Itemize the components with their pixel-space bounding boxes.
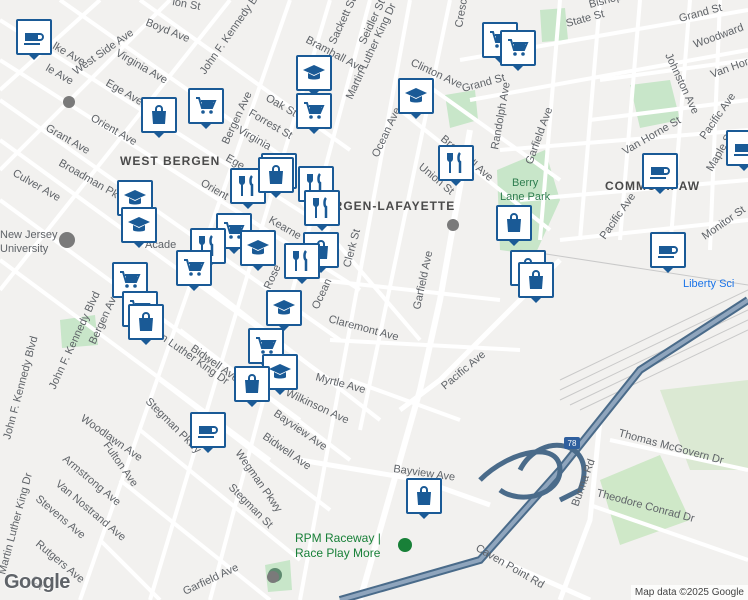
park-label: Lane Park [500, 191, 551, 203]
school-icon [246, 236, 270, 260]
bag-icon [134, 310, 158, 334]
street-label: Garfield Ave [411, 250, 435, 311]
street-label: Ege Ave [104, 77, 145, 108]
map-canvas[interactable]: 78 WEST BERGEN BERGEN-LAFAYETTE COMMUNIP… [0, 0, 748, 600]
poi-marker[interactable] [266, 290, 302, 331]
coffee-icon [648, 159, 672, 183]
street-label: Martin Luther King Dr [0, 471, 35, 575]
raceway-label[interactable]: RPM Raceway | [295, 531, 381, 545]
street-label: ion St [171, 0, 201, 13]
poi-marker[interactable] [296, 93, 332, 134]
bag-icon [524, 268, 548, 292]
school-icon [404, 84, 428, 108]
i78-ramp [478, 449, 563, 500]
poi-marker[interactable] [518, 262, 554, 303]
restaurant-icon [236, 174, 260, 198]
bag-icon [240, 372, 264, 396]
park-area [540, 8, 568, 42]
poi-marker[interactable] [190, 412, 226, 453]
map-base-layer: 78 WEST BERGEN BERGEN-LAFAYETTE COMMUNIP… [0, 0, 748, 600]
street-label: Cresc [453, 0, 470, 29]
place-label: New Jersey [0, 229, 58, 241]
poi-marker[interactable] [188, 88, 224, 129]
street-label: Rose [262, 263, 284, 291]
bag-icon [502, 211, 526, 235]
park-label: Berry [512, 177, 539, 189]
street-label: John F. Kennedy Blvd [1, 335, 40, 441]
raceway-poi-icon[interactable] [398, 538, 412, 552]
place-label: University [0, 243, 49, 255]
school-icon [268, 360, 292, 384]
neighborhood-label: WEST BERGEN [120, 154, 220, 168]
poi-marker[interactable] [176, 250, 212, 291]
coffee-icon [196, 418, 220, 442]
coffee-icon [22, 25, 46, 49]
poi-marker[interactable] [304, 190, 340, 231]
restaurant-icon [290, 249, 314, 273]
street-label: Clerk St [341, 228, 363, 269]
poi-marker[interactable] [398, 78, 434, 119]
poi-marker[interactable] [121, 207, 157, 248]
poi-marker[interactable] [284, 243, 320, 284]
restaurant-icon [444, 151, 468, 175]
cart-icon [118, 268, 142, 292]
poi-marker[interactable] [240, 230, 276, 271]
poi-marker[interactable] [128, 304, 164, 345]
poi-marker[interactable] [258, 157, 294, 198]
street-label: Culver Ave [11, 167, 63, 204]
street-label: Grand St [678, 2, 724, 25]
coffee-icon [656, 238, 680, 262]
school-icon [272, 296, 296, 320]
cart-icon [506, 36, 530, 60]
bag-icon [412, 484, 436, 508]
poi-marker[interactable] [496, 205, 532, 246]
google-logo: Google [4, 571, 70, 593]
poi-marker[interactable] [406, 478, 442, 519]
cart-icon [194, 94, 218, 118]
poi-marker[interactable] [650, 232, 686, 273]
poi-marker[interactable] [726, 130, 748, 171]
street-label: Grant Ave [44, 122, 92, 157]
poi-marker[interactable] [642, 153, 678, 194]
university-poi-icon[interactable] [59, 232, 75, 248]
raceway-label[interactable]: Race Play More [295, 546, 381, 560]
cart-icon [182, 256, 206, 280]
bag-icon [147, 103, 171, 127]
poi-marker[interactable] [234, 366, 270, 407]
svg-text:78: 78 [568, 439, 577, 448]
street-label: Randolph Ave [489, 81, 513, 150]
poi-marker[interactable] [141, 97, 177, 138]
street-label: Oak St [264, 92, 299, 119]
street-label: Bishop St [588, 0, 637, 11]
poi-marker[interactable] [296, 55, 332, 96]
transit-icon[interactable] [267, 571, 279, 583]
street-label: Virginia Ave [114, 47, 170, 86]
transit-icon[interactable] [447, 219, 459, 231]
poi-marker[interactable] [438, 145, 474, 186]
transit-icon[interactable] [63, 96, 75, 108]
street-label: Van Nostrand Ave [53, 478, 128, 544]
street-label: Caven Point Rd [474, 542, 547, 591]
place-label: Liberty Sci [683, 278, 734, 290]
map-attribution[interactable]: Map data ©2025 Google [630, 585, 748, 600]
cart-icon [302, 99, 326, 123]
bag-icon [264, 163, 288, 187]
poi-marker[interactable] [500, 30, 536, 71]
coffee-icon [732, 136, 748, 160]
poi-marker[interactable] [16, 19, 52, 60]
street-label: Orient Ave [89, 112, 139, 148]
street-label: Sackett St [327, 0, 359, 46]
i78-shield: 78 [564, 437, 580, 449]
school-icon [302, 61, 326, 85]
school-icon [127, 213, 151, 237]
restaurant-icon [310, 196, 334, 220]
street-label: Ocean [310, 277, 335, 311]
